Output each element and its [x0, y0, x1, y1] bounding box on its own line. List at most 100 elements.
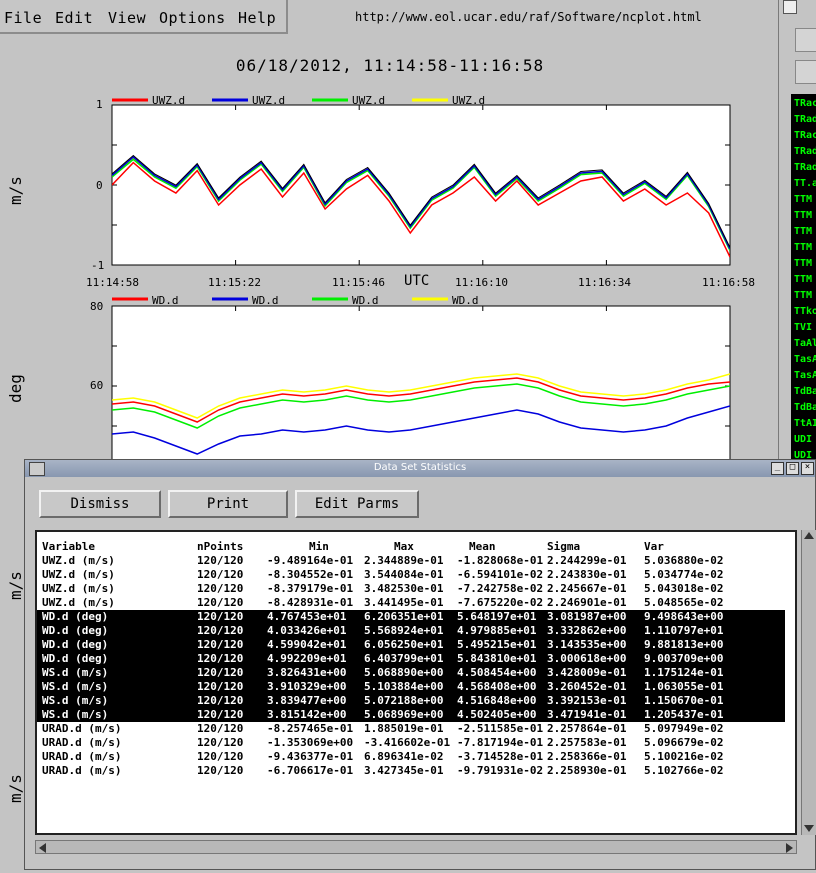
minimize-icon[interactable]: _: [771, 462, 784, 475]
variable-list-item[interactable]: TTM: [794, 194, 812, 205]
table-row[interactable]: WS.d (m/s) 120/120 3.910329e+00 5.103884e+0…: [37, 680, 785, 694]
cell-variable: UWZ.d (m/s): [42, 596, 115, 609]
cell-value: 5.103884e+00: [364, 680, 444, 693]
cell-value: 120/120: [197, 736, 244, 749]
variable-list-item[interactable]: TTM: [794, 274, 812, 285]
cell-value: 9.498643e+00: [644, 610, 724, 623]
cell-value: -9.791931e-02: [457, 764, 544, 777]
cell-value: 6.403799e+01: [364, 652, 444, 665]
cell-value: 3.260452e-01: [547, 680, 627, 693]
cell-value: 3.815142e+00: [267, 708, 347, 721]
cell-variable: Variable: [42, 540, 95, 553]
variable-list-item[interactable]: TasA: [794, 370, 816, 381]
cell-value: 3.471941e-01: [547, 708, 627, 721]
cell-value: 3.427345e-01: [364, 764, 444, 777]
cell-value: 4.033426e+01: [267, 624, 347, 637]
cell-variable: UWZ.d (m/s): [42, 582, 115, 595]
cell-value: 9.003709e+00: [644, 652, 724, 665]
stats-table[interactable]: Variable nPoints Min Max Mean Sigma Var UWZ.d (…: [35, 530, 797, 835]
variable-list-item[interactable]: TVI: [794, 322, 812, 333]
cell-value: 5.068890e+00: [364, 666, 444, 679]
variable-list-item[interactable]: TdBa: [794, 386, 816, 397]
variable-list-item[interactable]: TTM: [794, 290, 812, 301]
cell-variable: URAD.d (m/s): [42, 764, 122, 777]
cell-value: 5.102766e-02: [644, 764, 724, 777]
variable-list-item[interactable]: TTko: [794, 306, 816, 317]
cell-variable: WS.d (m/s): [42, 708, 109, 721]
table-row[interactable]: URAD.d (m/s) 120/120 -1.353069e+00 -3.41660…: [37, 736, 795, 750]
table-row[interactable]: UWZ.d (m/s) 120/120 -8.379179e-01 3.482530e…: [37, 582, 795, 596]
horizontal-scrollbar[interactable]: [35, 840, 797, 854]
variable-list-item[interactable]: TtAI: [794, 418, 816, 429]
cell-variable: WD.d (deg): [42, 652, 109, 665]
table-row[interactable]: WS.d (m/s) 120/120 3.826431e+00 5.068890e+0…: [37, 666, 785, 680]
vertical-scrollbar[interactable]: [801, 530, 816, 835]
variable-list-item[interactable]: TTM: [794, 210, 812, 221]
cell-variable: WD.d (deg): [42, 638, 109, 651]
cell-value: 1.205437e-01: [644, 708, 724, 721]
table-row[interactable]: WD.d (deg) 120/120 4.599042e+01 6.056250e+0…: [37, 638, 785, 652]
variable-list-item[interactable]: TaAl: [794, 338, 816, 349]
variable-list-item[interactable]: TRac: [794, 98, 816, 109]
cell-value: Var: [644, 540, 664, 553]
cell-value: -8.304552e-01: [267, 568, 354, 581]
cell-value: 2.245667e-01: [547, 582, 627, 595]
cell-value: 3.826431e+00: [267, 666, 347, 679]
print-button[interactable]: Print: [168, 490, 288, 518]
table-row[interactable]: WD.d (deg) 120/120 4.033426e+01 5.568924e+0…: [37, 624, 785, 638]
panel-button-1[interactable]: [795, 28, 816, 52]
variable-list[interactable]: TRac TRad TRac TRad TRad TT.a TTM TTM TTM TTM TTM T…: [791, 94, 816, 464]
cell-value: 3.482530e-01: [364, 582, 444, 595]
cell-value: 3.544084e-01: [364, 568, 444, 581]
variable-list-item[interactable]: TdBa: [794, 402, 816, 413]
cell-value: 2.246901e-01: [547, 596, 627, 609]
table-row[interactable]: URAD.d (m/s) 120/120 -8.257465e-01 1.885019…: [37, 722, 795, 736]
variable-list-item[interactable]: TTM: [794, 226, 812, 237]
table-row[interactable]: WD.d (deg) 120/120 4.767453e+01 6.206351e+0…: [37, 610, 785, 624]
edit-parms-button[interactable]: Edit Parms: [295, 490, 419, 518]
variable-list-item[interactable]: TRac: [794, 130, 816, 141]
dismiss-button[interactable]: Dismiss: [39, 490, 161, 518]
cell-value: Mean: [469, 540, 496, 553]
cell-value: nPoints: [197, 540, 244, 553]
cell-value: 3.081987e+00: [547, 610, 627, 623]
variable-list-item[interactable]: TRad: [794, 162, 816, 173]
cell-value: -7.675220e-02: [457, 596, 544, 609]
cell-value: 3.441495e-01: [364, 596, 444, 609]
cell-variable: UWZ.d (m/s): [42, 568, 115, 581]
scroll-right-icon[interactable]: [786, 843, 793, 853]
table-row[interactable]: WD.d (deg) 120/120 4.992209e+01 6.403799e+0…: [37, 652, 785, 666]
variable-list-item[interactable]: TTM: [794, 258, 812, 269]
cell-value: -7.817194e-01: [457, 736, 544, 749]
panel-button-2[interactable]: [795, 60, 816, 84]
maximize-icon[interactable]: □: [786, 462, 799, 475]
table-row[interactable]: URAD.d (m/s) 120/120 -6.706617e-01 3.427345…: [37, 764, 795, 778]
table-row[interactable]: UWZ.d (m/s) 120/120 -9.489164e-01 2.344889e…: [37, 554, 795, 568]
close-icon[interactable]: ×: [801, 462, 814, 475]
cell-variable: URAD.d (m/s): [42, 722, 122, 735]
variable-list-item[interactable]: TRad: [794, 114, 816, 125]
cell-value: 4.508454e+00: [457, 666, 537, 679]
table-row[interactable]: URAD.d (m/s) 120/120 -9.436377e-01 6.896341…: [37, 750, 795, 764]
cell-value: Min: [309, 540, 329, 553]
scroll-down-icon[interactable]: [804, 825, 814, 832]
variable-list-item[interactable]: TRad: [794, 146, 816, 157]
table-row[interactable]: WS.d (m/s) 120/120 3.815142e+00 5.068969e+0…: [37, 708, 785, 722]
variable-list-item[interactable]: TT.a: [794, 178, 816, 189]
cell-value: 1.110797e+01: [644, 624, 724, 637]
cell-value: 5.096679e-02: [644, 736, 724, 749]
panel-window-button[interactable]: [783, 0, 797, 14]
cell-value: 1.175124e-01: [644, 666, 724, 679]
dialog-titlebar[interactable]: Data Set Statistics _ □ ×: [25, 460, 815, 477]
variable-list-item[interactable]: UDI: [794, 434, 812, 445]
scroll-left-icon[interactable]: [39, 843, 46, 853]
variable-list-item[interactable]: TTM: [794, 242, 812, 253]
scroll-up-icon[interactable]: [804, 532, 814, 539]
cell-value: -8.257465e-01: [267, 722, 354, 735]
table-row[interactable]: WS.d (m/s) 120/120 3.839477e+00 5.072188e+0…: [37, 694, 785, 708]
table-row[interactable]: UWZ.d (m/s) 120/120 -8.304552e-01 3.544084e…: [37, 568, 795, 582]
table-row[interactable]: UWZ.d (m/s) 120/120 -8.428931e-01 3.441495e…: [37, 596, 795, 610]
cell-variable: WD.d (deg): [42, 624, 109, 637]
variable-list-item[interactable]: TasA: [794, 354, 816, 365]
cell-value: 120/120: [197, 610, 244, 623]
